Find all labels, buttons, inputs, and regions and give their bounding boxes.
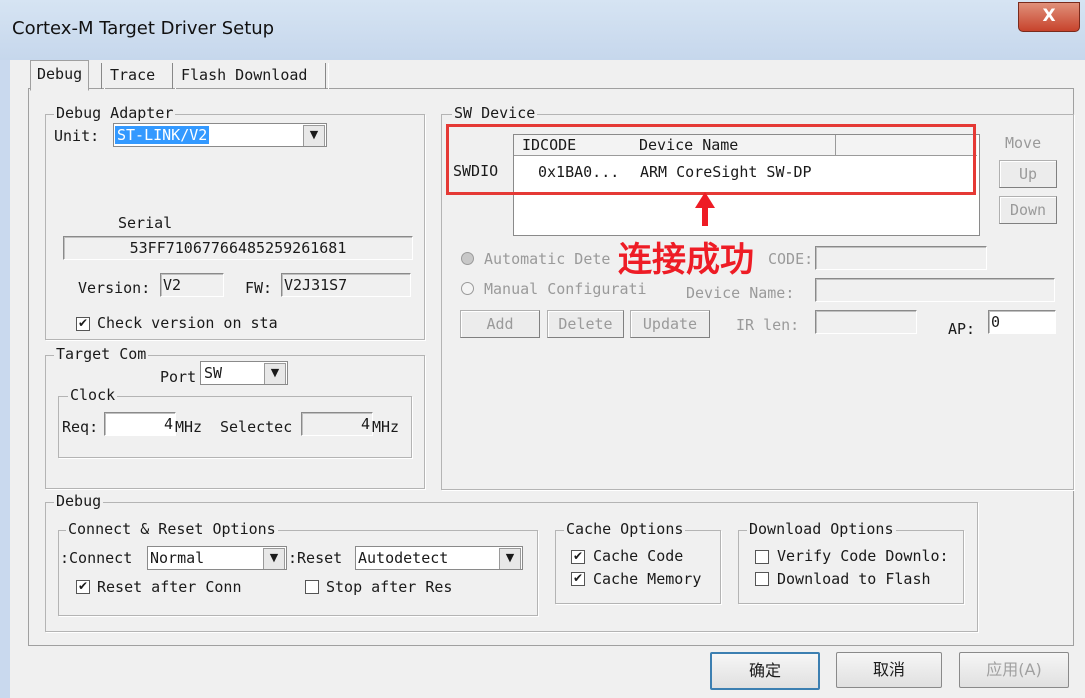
up-arrow-icon: [695, 192, 715, 226]
reset-after-connect-checkbox[interactable]: ✔: [76, 580, 90, 594]
chevron-down-icon[interactable]: ▼: [303, 125, 325, 146]
manual-config-radio[interactable]: [461, 282, 474, 295]
apply-button[interactable]: 应用(A): [959, 652, 1069, 688]
auto-detect-radio[interactable]: [461, 252, 474, 265]
check-version-label: Check version on sta: [97, 314, 278, 332]
cache-options-group: [555, 530, 721, 604]
cache-memory-checkbox[interactable]: ✔: [571, 572, 585, 586]
clock-label: Clock: [68, 386, 118, 404]
debug-adapter-group: [45, 114, 425, 340]
tab-trace[interactable]: Trace: [104, 62, 162, 88]
tab-debug[interactable]: Debug: [30, 60, 90, 91]
down-button[interactable]: Down: [999, 196, 1057, 224]
fw-field: V2J31S7: [281, 273, 411, 297]
unit-value: ST-LINK/V2: [115, 126, 210, 144]
highlight-box: [446, 124, 976, 195]
selected-unit: MHz: [372, 418, 400, 436]
tab-separator: [325, 63, 329, 89]
download-options-label: Download Options: [747, 520, 896, 538]
cache-code-label: Cache Code: [593, 547, 684, 565]
up-button[interactable]: Up: [999, 160, 1057, 188]
device-name-label: Device Name:: [686, 284, 795, 302]
chevron-down-icon[interactable]: ▼: [263, 548, 285, 569]
connect-label: Connect:: [60, 549, 133, 567]
delete-button[interactable]: Delete: [547, 310, 624, 338]
port-label: Port: [160, 368, 197, 386]
check-version-checkbox[interactable]: ✔: [76, 317, 90, 331]
req-unit: MHz: [175, 418, 203, 436]
reset-combo[interactable]: Autodetect ▼: [355, 546, 523, 570]
ok-button[interactable]: 确定: [710, 652, 820, 690]
connect-reset-group: [58, 530, 538, 616]
verify-checkbox[interactable]: [755, 550, 769, 564]
ap-field[interactable]: 0: [988, 310, 1056, 334]
serial-label: Serial: [118, 214, 173, 232]
ap-label: AP:: [948, 320, 976, 338]
target-com-label: Target Com: [54, 345, 149, 363]
cancel-button[interactable]: 取消: [836, 652, 942, 688]
download-flash-label: Download to Flash: [777, 570, 931, 588]
version-field: V2: [160, 273, 224, 297]
req-label: Req:: [62, 418, 99, 436]
connect-reset-label: Connect & Reset Options: [66, 520, 278, 538]
selected-label: Selectec: [220, 418, 293, 436]
debug-group-label: Debug: [54, 492, 104, 510]
update-button[interactable]: Update: [630, 310, 710, 338]
idcode-field-label: CODE:: [768, 250, 814, 268]
reset-label: Reset:: [288, 549, 343, 567]
debug-adapter-label: Debug Adapter: [54, 104, 176, 122]
download-flash-checkbox[interactable]: [755, 572, 769, 586]
stop-after-reset-label: Stop after Res: [326, 578, 453, 596]
tab-flash-download[interactable]: Flash Download: [175, 62, 314, 88]
ir-len-label: IR len:: [736, 316, 800, 334]
auto-detect-label: Automatic Dete: [484, 250, 611, 268]
idcode-field[interactable]: [815, 246, 987, 270]
ir-len-field[interactable]: [815, 310, 917, 334]
cache-code-checkbox[interactable]: ✔: [571, 550, 585, 564]
port-combo[interactable]: SW ▼: [200, 361, 288, 385]
unit-label: Unit:: [54, 127, 100, 145]
device-name-field[interactable]: [815, 278, 1055, 302]
port-value: SW: [204, 364, 223, 382]
serial-field: 53FF71067766485259261681: [63, 236, 413, 260]
cache-options-label: Cache Options: [564, 520, 686, 538]
window-title: Cortex-M Target Driver Setup: [12, 18, 275, 39]
move-label: Move: [1005, 134, 1042, 152]
req-field[interactable]: 4: [104, 412, 176, 436]
cache-memory-label: Cache Memory: [593, 570, 702, 588]
add-button[interactable]: Add: [460, 310, 540, 338]
chevron-down-icon[interactable]: ▼: [499, 548, 521, 569]
connect-value: Normal: [150, 549, 205, 567]
stop-after-reset-checkbox[interactable]: [305, 580, 319, 594]
manual-config-label: Manual Configurati: [484, 280, 647, 298]
sw-device-label: SW Device: [452, 104, 538, 122]
chevron-down-icon[interactable]: ▼: [264, 363, 286, 384]
download-options-group: [738, 530, 964, 604]
version-label: Version:: [78, 279, 151, 297]
reset-value: Autodetect: [358, 549, 449, 567]
unit-combo[interactable]: ST-LINK/V2 ▼: [113, 123, 327, 147]
reset-after-connect-label: Reset after Conn: [97, 578, 242, 596]
close-button[interactable]: X: [1018, 2, 1080, 32]
verify-label: Verify Code Downlo:: [777, 547, 949, 565]
fw-label: FW:: [245, 279, 273, 297]
annotation-text: 连接成功: [618, 240, 754, 280]
connect-combo[interactable]: Normal ▼: [147, 546, 287, 570]
selected-field: 4: [301, 412, 373, 436]
